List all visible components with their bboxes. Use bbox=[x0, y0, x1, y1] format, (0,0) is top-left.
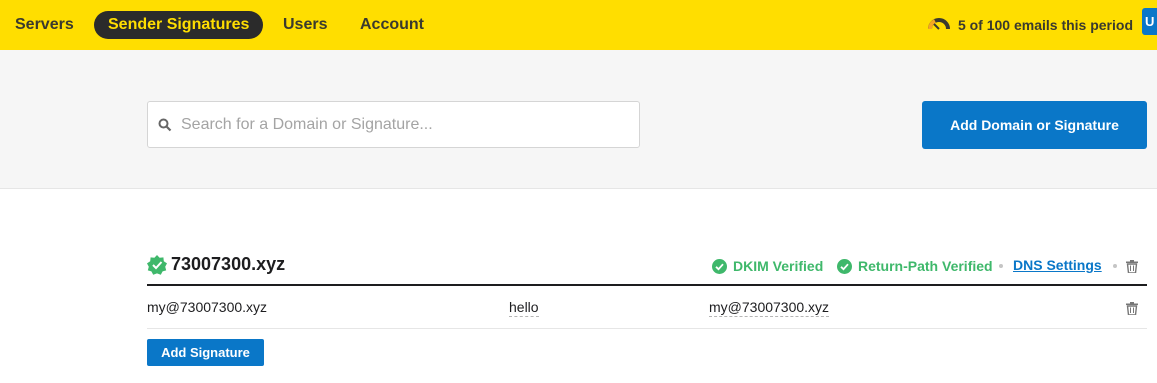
signature-reply-to[interactable]: my@73007300.xyz bbox=[709, 299, 830, 317]
domain-header-row: 73007300.xyz DKIM Verified Return-Path V… bbox=[147, 248, 1147, 286]
upgrade-button[interactable]: U bbox=[1142, 8, 1157, 35]
nav-item-account[interactable]: Account bbox=[360, 11, 424, 39]
trash-icon[interactable] bbox=[1126, 260, 1138, 273]
search-box[interactable] bbox=[147, 101, 640, 148]
top-nav-bar: Servers Sender Signatures Users Account … bbox=[0, 0, 1157, 50]
usage-text: 5 of 100 emails this period bbox=[957, 17, 1133, 33]
search-input[interactable] bbox=[181, 115, 621, 134]
dns-settings-link[interactable]: DNS Settings bbox=[1013, 257, 1102, 273]
separator-dot bbox=[1113, 264, 1117, 268]
dkim-status-label: DKIM Verified bbox=[733, 258, 824, 274]
check-circle-icon bbox=[712, 258, 727, 274]
trash-icon[interactable] bbox=[1126, 302, 1138, 315]
usage-indicator[interactable]: 5 of 100 emails this period bbox=[927, 11, 1133, 39]
signature-row: my@73007300.xyz hello my@73007300.xyz bbox=[147, 288, 1147, 329]
gauge-icon bbox=[927, 18, 950, 30]
search-icon bbox=[158, 118, 172, 131]
return-path-status-label: Return-Path Verified bbox=[858, 258, 993, 274]
dkim-status: DKIM Verified bbox=[712, 258, 823, 274]
add-signature-button[interactable]: Add Signature bbox=[147, 339, 264, 366]
toolbar: Add Domain or Signature bbox=[0, 50, 1157, 189]
nav-item-users[interactable]: Users bbox=[283, 11, 327, 39]
verified-badge-icon bbox=[147, 255, 167, 275]
nav-item-sender-signatures[interactable]: Sender Signatures bbox=[94, 11, 264, 39]
return-path-status: Return-Path Verified bbox=[837, 258, 993, 274]
separator-dot bbox=[999, 264, 1003, 268]
signature-name[interactable]: hello bbox=[509, 299, 539, 317]
check-circle-icon bbox=[837, 258, 852, 274]
domain-name[interactable]: 73007300.xyz bbox=[171, 254, 285, 275]
nav-item-servers[interactable]: Servers bbox=[15, 11, 74, 39]
add-domain-or-signature-button[interactable]: Add Domain or Signature bbox=[922, 101, 1147, 149]
signature-from-email[interactable]: my@73007300.xyz bbox=[147, 299, 267, 315]
